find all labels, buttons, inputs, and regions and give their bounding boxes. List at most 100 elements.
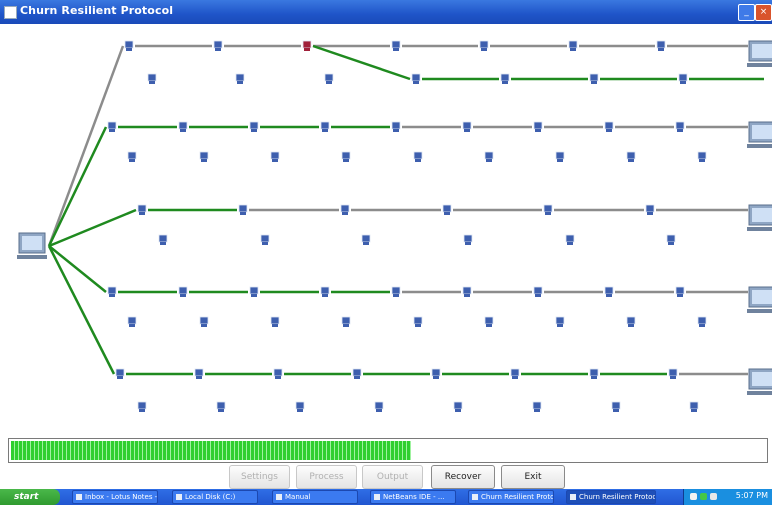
taskbar-item[interactable]: Churn Resilient Proto...	[468, 490, 554, 504]
network-node-icon[interactable]	[626, 151, 636, 162]
network-node-icon[interactable]	[589, 73, 599, 84]
network-node-icon[interactable]	[361, 234, 371, 245]
network-node-icon[interactable]	[115, 368, 125, 379]
computer-icon[interactable]	[747, 40, 772, 67]
taskbar-item-active[interactable]: Churn Resilient Protocol	[566, 490, 656, 504]
network-node-icon[interactable]	[604, 286, 614, 297]
network-node-icon[interactable]	[565, 234, 575, 245]
network-node-icon[interactable]	[484, 316, 494, 327]
computer-icon[interactable]	[747, 286, 772, 313]
taskbar-item[interactable]: NetBeans IDE - ...	[370, 490, 456, 504]
tray-icon[interactable]	[710, 493, 717, 500]
network-node-icon[interactable]	[391, 40, 401, 51]
network-node-icon[interactable]	[463, 234, 473, 245]
network-node-icon[interactable]	[107, 121, 117, 132]
network-node-icon[interactable]	[656, 40, 666, 51]
output-button[interactable]: Output	[362, 465, 423, 489]
network-node-icon[interactable]	[295, 401, 305, 412]
network-node-icon[interactable]	[510, 368, 520, 379]
taskbar-item[interactable]: Local Disk (C:)	[172, 490, 258, 504]
network-node-icon[interactable]	[462, 121, 472, 132]
network-node-icon[interactable]	[533, 121, 543, 132]
process-button[interactable]: Process	[296, 465, 357, 489]
network-node-icon[interactable]	[533, 286, 543, 297]
network-node-icon[interactable]	[462, 286, 472, 297]
network-node-icon[interactable]	[697, 151, 707, 162]
close-button[interactable]: ×	[755, 4, 772, 21]
minimize-button[interactable]: _	[738, 4, 755, 21]
network-node-icon[interactable]	[178, 121, 188, 132]
network-node-icon[interactable]	[374, 401, 384, 412]
network-node-icon[interactable]	[391, 286, 401, 297]
network-node-icon[interactable]	[341, 316, 351, 327]
network-node-icon[interactable]	[442, 204, 452, 215]
network-node-icon[interactable]	[270, 316, 280, 327]
network-node-icon[interactable]	[589, 368, 599, 379]
network-node-icon[interactable]	[413, 151, 423, 162]
taskbar-item[interactable]: Manual	[272, 490, 358, 504]
network-node-icon[interactable]	[352, 368, 362, 379]
network-node-icon[interactable]	[320, 286, 330, 297]
network-node-icon[interactable]	[666, 234, 676, 245]
computer-icon[interactable]	[747, 368, 772, 395]
network-node-icon[interactable]	[340, 204, 350, 215]
tray-icon[interactable]	[690, 493, 697, 500]
network-node-icon[interactable]	[500, 73, 510, 84]
network-node-icon[interactable]	[645, 204, 655, 215]
network-node-icon[interactable]	[689, 401, 699, 412]
computer-icon[interactable]	[747, 121, 772, 148]
network-node-icon[interactable]	[124, 40, 134, 51]
network-node-icon[interactable]	[697, 316, 707, 327]
network-node-icon[interactable]	[249, 286, 259, 297]
network-node-icon[interactable]	[320, 121, 330, 132]
start-button[interactable]: start	[0, 489, 60, 505]
network-node-icon[interactable]	[216, 401, 226, 412]
network-node-icon[interactable]	[543, 204, 553, 215]
network-node-icon[interactable]	[675, 286, 685, 297]
network-node-icon[interactable]	[555, 151, 565, 162]
network-node-icon[interactable]	[568, 40, 578, 51]
network-node-icon[interactable]	[199, 151, 209, 162]
network-node-icon[interactable]	[678, 73, 688, 84]
network-node-icon[interactable]	[127, 151, 137, 162]
network-node-icon[interactable]	[479, 40, 489, 51]
network-node-icon[interactable]	[235, 73, 245, 84]
network-node-icon[interactable]	[413, 316, 423, 327]
network-node-icon[interactable]	[626, 316, 636, 327]
network-node-icon[interactable]	[137, 204, 147, 215]
taskbar-item[interactable]: Inbox - Lotus Notes - ...	[72, 490, 158, 504]
settings-button[interactable]: Settings	[229, 465, 290, 489]
computer-icon[interactable]	[747, 204, 772, 231]
network-node-icon[interactable]	[668, 368, 678, 379]
network-node-icon[interactable]	[273, 368, 283, 379]
network-node-icon[interactable]	[675, 121, 685, 132]
network-node-icon[interactable]	[604, 121, 614, 132]
network-node-icon[interactable]	[555, 316, 565, 327]
network-node-icon[interactable]	[391, 121, 401, 132]
network-node-icon[interactable]	[611, 401, 621, 412]
network-node-icon[interactable]	[194, 368, 204, 379]
network-node-icon[interactable]	[137, 401, 147, 412]
network-node-icon[interactable]	[147, 73, 157, 84]
network-node-icon[interactable]	[270, 151, 280, 162]
network-node-icon[interactable]	[158, 234, 168, 245]
network-node-icon[interactable]	[260, 234, 270, 245]
network-node-icon[interactable]	[107, 286, 117, 297]
network-node-icon[interactable]	[431, 368, 441, 379]
network-node-icon[interactable]	[238, 204, 248, 215]
tray-icon[interactable]	[700, 493, 707, 500]
network-node-icon[interactable]	[453, 401, 463, 412]
exit-button[interactable]: Exit	[501, 465, 565, 489]
network-node-icon[interactable]	[324, 73, 334, 84]
network-node-icon[interactable]	[199, 316, 209, 327]
network-node-icon[interactable]	[127, 316, 137, 327]
network-node-icon[interactable]	[532, 401, 542, 412]
recover-button[interactable]: Recover	[431, 465, 495, 489]
network-node-icon[interactable]	[213, 40, 223, 51]
network-node-icon[interactable]	[178, 286, 188, 297]
network-node-icon[interactable]	[341, 151, 351, 162]
computer-icon[interactable]	[17, 232, 47, 259]
network-node-icon[interactable]	[484, 151, 494, 162]
network-node-icon[interactable]	[411, 73, 421, 84]
failed-node-icon[interactable]	[302, 40, 312, 51]
